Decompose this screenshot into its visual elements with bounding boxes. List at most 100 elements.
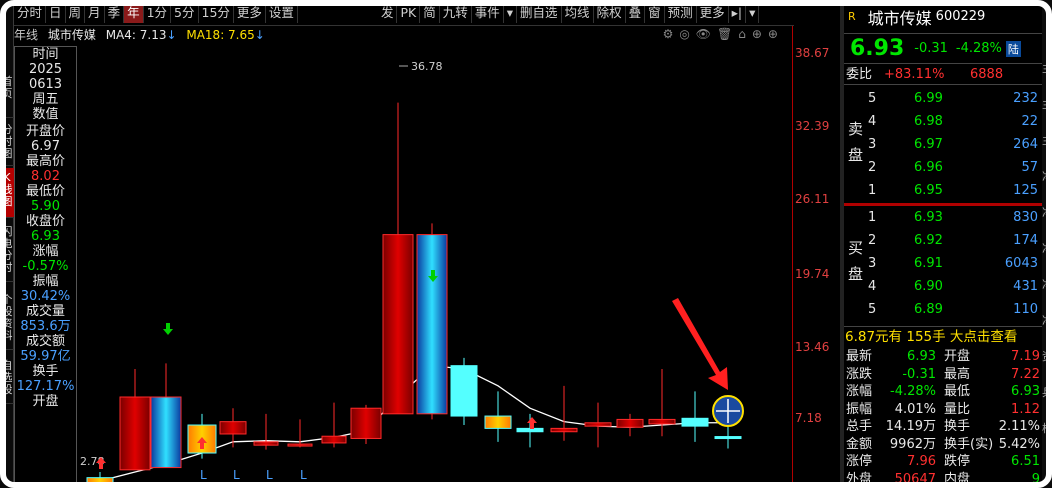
chart-title-bar: 年线 城市传媒 MA4: 7.13↓ MA18: 7.65↓ ⚙◎👁🗑⌂⊕⊕ [14,26,794,45]
edge-char-1: 主 [1042,98,1052,111]
big-order-ad[interactable]: 6.87元有 155手 大点击查看 [844,326,1042,347]
toolbar-item-8[interactable]: 15分 [199,2,234,23]
asks-row-4[interactable]: 1 6.95 125 [844,180,1042,201]
bids-row-2[interactable]: 3 6.91 6043 [844,253,1042,274]
asks-price-1: 6.98 [914,114,943,129]
bids-row-1[interactable]: 2 6.92 174 [844,230,1042,251]
left-tab-2[interactable]: K线图 [0,168,14,218]
toolbar2-item-0[interactable]: 发 [378,2,398,23]
amount-value: 59.97亿 [20,349,71,364]
high-value: 8.02 [31,169,60,184]
weibi-value: +83.11% [884,67,945,82]
bids-level-2: 3 [868,256,877,271]
toolbar-item-7[interactable]: 5分 [171,2,199,23]
kline-chart[interactable]: 36.782.78L L L L [80,45,792,488]
candle-body-7[interactable] [321,435,347,444]
asks-row-1[interactable]: 4 6.98 22 [844,111,1042,132]
left-tab-5[interactable]: 自选股 [0,356,14,404]
toolbar2-item-11[interactable]: 预测 [665,2,697,23]
edge-char-9: 兵 [1042,386,1052,399]
asks-level-2: 3 [868,137,877,152]
side-edge: 主主主净净净净净资兵核 [1042,0,1052,488]
candle-body-12[interactable] [484,415,512,429]
edge-char-6: 净 [1042,278,1052,291]
toolbar-item-5[interactable]: 年 [124,2,144,23]
toolbar-item-10[interactable]: 设置 [266,2,298,23]
stat-row-5: 金额 9962万 换手(实) 5.42% [844,436,1042,454]
toolbar2-item-7[interactable]: 均线 [562,2,594,23]
period-label: 年线 [14,28,39,42]
max-label: 36.78 [411,60,443,73]
toolbar2-item-14[interactable]: ▾ [746,2,760,23]
toolbar-item-4[interactable]: 季 [105,2,125,23]
stat-row-6: 涨停 7.96 跌停 6.51 [844,453,1042,471]
axis-tick-2: 26.11 [795,192,830,206]
toolbar-item-0[interactable]: 分时 [14,2,47,23]
left-tab-0[interactable]: 首页 [0,72,14,118]
chart-tool-icons[interactable]: ⚙◎👁🗑⌂⊕⊕ [663,27,784,41]
sell-signal-arrow-3 [527,417,537,429]
asks-volume-2: 264 [1013,137,1038,152]
toolbar2-item-13[interactable]: ▸| [729,2,747,23]
bids-row-4[interactable]: 5 6.89 110 [844,299,1042,320]
connect-tag: 陆 [1005,40,1021,57]
stat-value-2: -4.28% [890,384,936,399]
left-tab-3[interactable]: 闪电分时 [0,222,14,282]
toolbar-item-2[interactable]: 周 [66,2,86,23]
price-pct: -4.28% [955,41,1002,56]
left-tab-4[interactable]: 个股资料 [0,290,14,350]
edge-char-3: 净 [1042,170,1052,183]
candle-body-19[interactable] [714,436,742,440]
candle-body-1[interactable] [119,396,151,471]
stock-code: 600229 [935,9,986,24]
stat-row-7: 外盘 50647 内盘 9 [844,471,1042,488]
price-row: 6.93 -0.31 -4.28% 陆 [844,34,1042,64]
stat-value-0: 6.93 [907,349,936,364]
candle-body-15[interactable] [584,422,612,427]
candle-body-14[interactable] [550,427,578,433]
candle-body-9[interactable] [382,234,414,415]
asks-row-2[interactable]: 3 6.97 264 [844,134,1042,155]
candle-body-2[interactable] [150,396,182,469]
bids-row-0[interactable]: 1 6.93 830 [844,207,1042,228]
book-divider [844,203,1042,206]
candle-body-5[interactable] [253,441,279,446]
asks-row-3[interactable]: 2 6.96 57 [844,157,1042,178]
toolbar2-item-6[interactable]: 删自选 [517,2,562,23]
toolbar2-item-3[interactable]: 九转 [440,2,472,23]
bids-row-3[interactable]: 4 6.90 431 [844,276,1042,297]
close-value: 6.93 [31,229,60,244]
toolbar-item-6[interactable]: 1分 [144,2,172,23]
candle-body-10[interactable] [416,234,448,415]
low-label: 最低价 [25,184,65,199]
candle-body-18[interactable] [681,417,709,427]
toolbar-item-3[interactable]: 月 [85,2,105,23]
stat-label2-1: 最高 [944,366,971,382]
toolbar2-item-10[interactable]: 窗 [645,2,665,23]
candle-body-11[interactable] [450,365,478,417]
candle-body-8[interactable] [350,407,382,439]
candle-body-0[interactable] [86,477,114,484]
stat-row-0: 最新 6.93 开盘 7.19 [844,348,1042,366]
stat-label-7: 外盘 [846,471,873,487]
left-tab-1[interactable]: 分时图 [0,120,14,166]
stat-label2-3: 量比 [944,401,971,417]
candle-body-17[interactable] [648,418,676,425]
candle-body-6[interactable] [287,443,313,447]
stat-label2-6: 跌停 [944,454,971,469]
toolbar2-item-5[interactable]: ▾ [504,2,518,23]
bids-price-4: 6.89 [914,302,943,317]
toolbar2-item-8[interactable]: 除权 [594,2,626,23]
candle-body-16[interactable] [616,418,644,428]
candle-body-4[interactable] [219,421,247,435]
toolbar-item-1[interactable]: 日 [46,2,66,23]
asks-level-4: 1 [868,183,877,198]
toolbar2-item-12[interactable]: 更多 [697,2,729,23]
toolbar-item-9[interactable]: 更多 [234,2,266,23]
toolbar2-item-4[interactable]: 事件 [472,2,504,23]
amplitude-label: 振幅 [32,274,59,289]
toolbar2-item-2[interactable]: 简 [420,2,440,23]
toolbar2-item-1[interactable]: PK [397,2,421,23]
toolbar2-item-9[interactable]: 叠 [626,2,646,23]
asks-row-0[interactable]: 5 6.99 232 [844,88,1042,109]
